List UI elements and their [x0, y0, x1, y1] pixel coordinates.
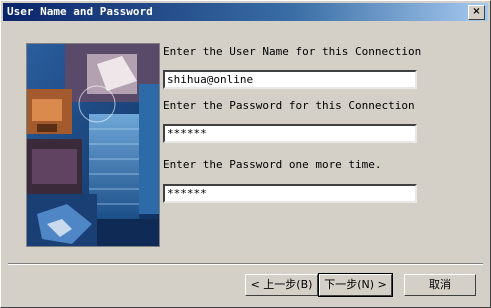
close-icon: × — [472, 6, 481, 17]
title-bar[interactable]: User Name and Password × — [3, 3, 488, 21]
close-button[interactable]: × — [468, 5, 485, 20]
next-button[interactable]: 下一步(N) > — [318, 273, 393, 297]
wizard-image — [26, 43, 160, 247]
cancel-button[interactable]: 取消 — [404, 274, 476, 296]
dialog-window: User Name and Password × Enter the User … — [0, 0, 491, 308]
window-title: User Name and Password — [7, 5, 153, 18]
password-label: Enter the Password for this Connection — [163, 99, 415, 112]
username-field[interactable]: shihua@online — [163, 70, 417, 89]
username-label: Enter the User Name for this Connection — [163, 45, 422, 58]
confirm-password-field[interactable]: ****** — [163, 184, 417, 203]
separator — [8, 263, 483, 265]
back-button[interactable]: < 上一步(B) — [245, 274, 318, 296]
collage-illustration — [27, 44, 159, 246]
password-field[interactable]: ****** — [163, 124, 417, 143]
confirm-password-label: Enter the Password one more time. — [163, 158, 382, 171]
